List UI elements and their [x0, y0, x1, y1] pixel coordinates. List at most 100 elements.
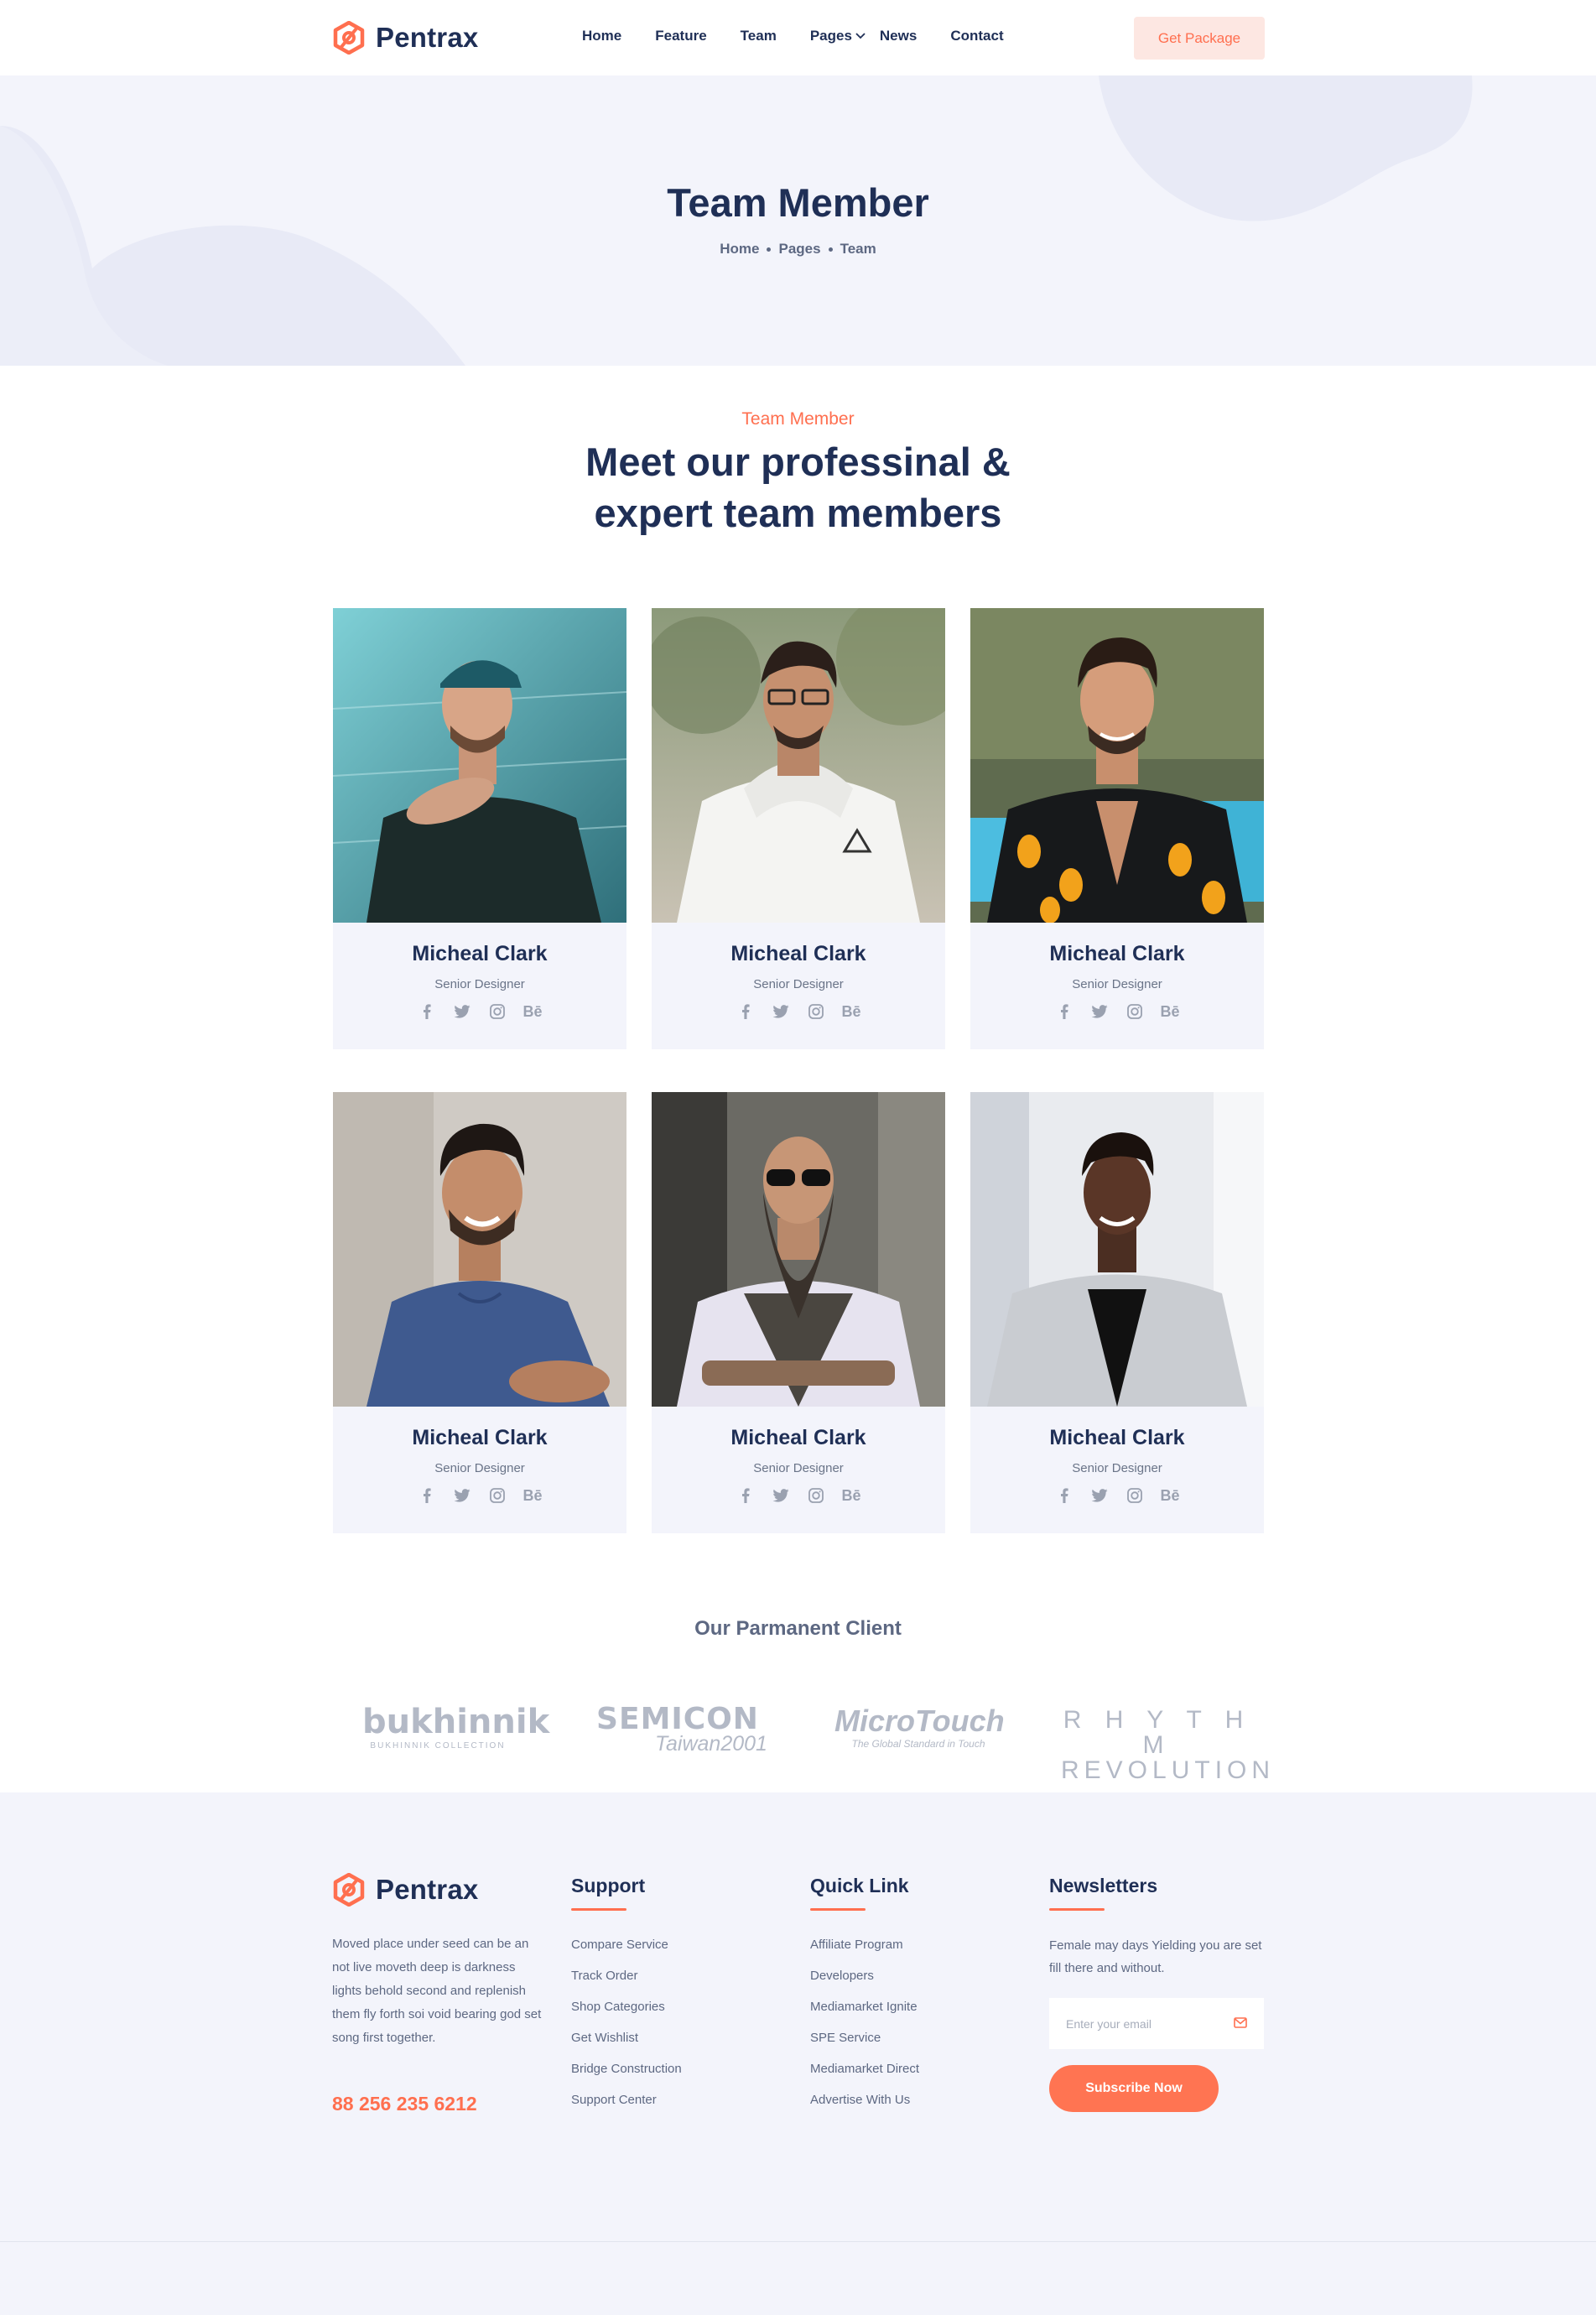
- behance-icon[interactable]: Bē: [523, 1486, 543, 1505]
- footer-phone[interactable]: 88 256 235 6212: [332, 2093, 477, 2115]
- client-logo-microtouch[interactable]: MicroTouch The Global Standard in Touch: [834, 1704, 1005, 1751]
- twitter-icon[interactable]: [453, 1486, 471, 1505]
- facebook-icon[interactable]: [736, 1486, 755, 1505]
- instagram-icon[interactable]: [488, 1002, 507, 1021]
- twitter-icon[interactable]: [772, 1002, 790, 1021]
- member-role: Senior Designer: [1072, 1461, 1162, 1475]
- section-title-line-1: Meet our professinal &: [585, 440, 1011, 484]
- newsletter-email-input[interactable]: [1049, 2016, 1225, 2031]
- footer-link[interactable]: Mediamarket Ignite: [810, 2000, 919, 2031]
- footer-link[interactable]: SPE Service: [810, 2031, 919, 2062]
- behance-icon[interactable]: Bē: [842, 1486, 861, 1505]
- member-photo: [652, 1092, 945, 1407]
- member-photo: [970, 608, 1264, 923]
- footer-divider: [0, 2241, 1596, 2242]
- client-logo-sub: Taiwan2001: [655, 1732, 767, 1756]
- facebook-icon[interactable]: [1055, 1486, 1074, 1505]
- twitter-icon[interactable]: [1090, 1486, 1109, 1505]
- newsletter-text: Female may days Yielding you are set fil…: [1049, 1938, 1262, 1975]
- section-title: Meet our professinal & expert team membe…: [0, 436, 1596, 538]
- member-name: Micheal Clark: [412, 942, 548, 965]
- instagram-icon[interactable]: [807, 1002, 825, 1021]
- footer-link[interactable]: Affiliate Program: [810, 1938, 919, 1969]
- breadcrumb-separator: [828, 247, 833, 252]
- footer-link[interactable]: Developers: [810, 1969, 919, 2000]
- get-package-button[interactable]: Get Package: [1134, 17, 1265, 60]
- team-card[interactable]: Micheal Clark Senior Designer Bē: [652, 1092, 945, 1533]
- chevron-down-icon: [855, 33, 866, 39]
- client-logo-sub: BUKHINNIK COLLECTION: [370, 1741, 506, 1751]
- behance-icon[interactable]: Bē: [523, 1002, 543, 1021]
- member-photo: [333, 608, 626, 923]
- footer-link[interactable]: Support Center: [571, 2093, 682, 2124]
- client-logo-main: MicroTouch: [834, 1704, 1005, 1738]
- behance-icon[interactable]: Bē: [842, 1002, 861, 1021]
- title-underline: [571, 1908, 626, 1911]
- member-photo: [970, 1092, 1264, 1407]
- social-links: Bē: [333, 1486, 626, 1505]
- social-links: Bē: [652, 1486, 945, 1505]
- breadcrumb-home[interactable]: Home: [720, 241, 759, 258]
- team-card[interactable]: Micheal Clark Senior Designer Bē: [333, 608, 626, 1049]
- instagram-icon[interactable]: [1126, 1486, 1144, 1505]
- instagram-icon[interactable]: [1126, 1002, 1144, 1021]
- nav-team[interactable]: Team: [741, 28, 777, 44]
- footer-link[interactable]: Track Order: [571, 1969, 682, 2000]
- member-name: Micheal Clark: [730, 1426, 866, 1449]
- section-eyebrow: Team Member: [741, 409, 855, 429]
- member-name: Micheal Clark: [412, 1426, 548, 1449]
- facebook-icon[interactable]: [418, 1002, 436, 1021]
- footer-link[interactable]: Bridge Construction: [571, 2062, 682, 2093]
- nav-pages[interactable]: Pages: [810, 28, 866, 44]
- behance-icon[interactable]: Bē: [1161, 1002, 1180, 1021]
- behance-icon[interactable]: Bē: [1161, 1486, 1180, 1505]
- nav-home[interactable]: Home: [582, 28, 621, 44]
- social-links: Bē: [970, 1002, 1264, 1021]
- nav-contact[interactable]: Contact: [950, 28, 1003, 44]
- client-logo-bukhinnik[interactable]: bukhinnik BUKHINNIK COLLECTION: [362, 1704, 549, 1751]
- team-card[interactable]: Micheal Clark Senior Designer Bē: [652, 608, 945, 1049]
- twitter-icon[interactable]: [453, 1002, 471, 1021]
- team-card[interactable]: Micheal Clark Senior Designer Bē: [970, 608, 1264, 1049]
- client-logo-semicon[interactable]: SEMICON Taiwan2001: [585, 1704, 770, 1756]
- instagram-icon[interactable]: [807, 1486, 825, 1505]
- twitter-icon[interactable]: [1090, 1002, 1109, 1021]
- team-card[interactable]: Micheal Clark Senior Designer Bē: [970, 1092, 1264, 1533]
- site-header: Pentrax Home Feature Team Pages News Con…: [0, 0, 1596, 75]
- client-logo-sub: REVOLUTION: [1061, 1756, 1276, 1784]
- footer-brand-logo[interactable]: Pentrax: [332, 1873, 478, 1907]
- footer-column-title: Newsletters: [1049, 1875, 1158, 1896]
- newsletter-email-box: [1049, 1998, 1264, 2049]
- social-links: Bē: [333, 1002, 626, 1021]
- social-links: Bē: [970, 1486, 1264, 1505]
- footer-link[interactable]: Shop Categories: [571, 2000, 682, 2031]
- nav-pages-label: Pages: [809, 28, 852, 44]
- twitter-icon[interactable]: [772, 1486, 790, 1505]
- footer-column-title: Support: [571, 1875, 646, 1896]
- clients-title: Our Parmanent Client: [694, 1617, 902, 1640]
- breadcrumb: Home Pages Team: [0, 241, 1596, 258]
- logo-icon: [333, 1873, 365, 1907]
- facebook-icon[interactable]: [736, 1002, 755, 1021]
- team-card[interactable]: Micheal Clark Senior Designer Bē: [333, 1092, 626, 1533]
- member-photo: [333, 1092, 626, 1407]
- client-logo-sub: The Global Standard in Touch: [851, 1738, 985, 1750]
- facebook-icon[interactable]: [1055, 1002, 1074, 1021]
- footer-link[interactable]: Advertise With Us: [810, 2093, 919, 2124]
- subscribe-button[interactable]: Subscribe Now: [1049, 2065, 1219, 2112]
- member-role: Senior Designer: [753, 977, 844, 991]
- breadcrumb-pages[interactable]: Pages: [778, 241, 820, 258]
- nav-feature[interactable]: Feature: [655, 28, 706, 44]
- facebook-icon[interactable]: [418, 1486, 436, 1505]
- title-underline: [810, 1908, 866, 1911]
- instagram-icon[interactable]: [488, 1486, 507, 1505]
- footer-link[interactable]: Get Wishlist: [571, 2031, 682, 2062]
- brand-logo[interactable]: Pentrax: [332, 21, 478, 55]
- client-logo-rhythm-revolution[interactable]: R H Y T H M REVOLUTION: [1061, 1708, 1276, 1784]
- footer-link[interactable]: Mediamarket Direct: [810, 2062, 919, 2093]
- mail-icon[interactable]: [1234, 2017, 1247, 2028]
- footer-column-title: Quick Link: [810, 1875, 909, 1896]
- footer-link[interactable]: Compare Service: [571, 1938, 682, 1969]
- nav-news[interactable]: News: [880, 28, 917, 44]
- footer-quick-link-column: Quick Link Affiliate Program Developers …: [810, 1875, 919, 2124]
